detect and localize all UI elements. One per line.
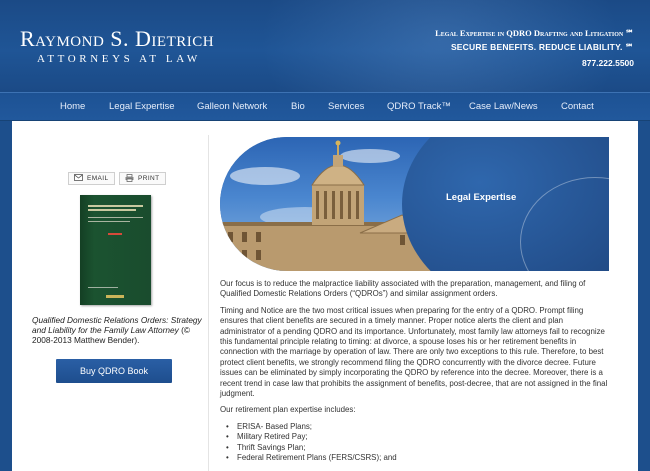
list-intro: Our retirement plan expertise includes:	[220, 405, 356, 415]
expertise-list: ERISA- Based Plans; Military Retired Pay…	[226, 422, 610, 464]
banner-title: Legal Expertise	[446, 192, 517, 203]
nav-case-law-news[interactable]: Case Law/News	[469, 101, 538, 112]
content-area: EMAIL PRINT Qualified Domestic Relations…	[12, 121, 638, 471]
nav-legal-expertise[interactable]: Legal Expertise	[109, 101, 174, 112]
list-item: ERISA- Based Plans;	[226, 422, 610, 433]
nav-contact[interactable]: Contact	[561, 101, 594, 112]
column-divider	[208, 135, 209, 471]
envelope-icon	[74, 174, 83, 183]
tagline-primary: Legal Expertise in QDRO Drafting and Lit…	[435, 28, 634, 38]
tagline-secondary: SECURE BENEFITS. REDUCE LIABILITY. ℠	[450, 42, 634, 52]
nav-qdro-track[interactable]: QDRO Track™	[387, 101, 451, 112]
print-button[interactable]: PRINT	[119, 172, 166, 185]
book-title: Qualified Domestic Relations Orders: Str…	[32, 315, 202, 335]
intro-paragraph: Our focus is to reduce the malpractice l…	[220, 279, 586, 299]
email-button[interactable]: EMAIL	[68, 172, 115, 185]
list-item: Military Retired Pay;	[226, 432, 610, 443]
nav-bio[interactable]: Bio	[291, 101, 305, 112]
phone-number[interactable]: 877.222.5500	[582, 58, 634, 68]
nav-home[interactable]: Home	[60, 101, 85, 112]
hero-banner: Legal Expertise	[220, 137, 609, 271]
main-nav: Home Legal Expertise Galleon Network Bio…	[0, 92, 650, 121]
list-item: Federal Retirement Plans (FERS/CSRS); an…	[226, 453, 610, 464]
buy-qdro-book-button[interactable]: Buy QDRO Book	[56, 359, 172, 383]
nav-services[interactable]: Services	[328, 101, 364, 112]
book-caption: Qualified Domestic Relations Orders: Str…	[32, 315, 207, 345]
firm-name[interactable]: Raymond S. Dietrich	[20, 26, 214, 52]
list-item: Thrift Savings Plan;	[226, 443, 610, 454]
firm-subtitle: ATTORNEYS AT LAW	[37, 53, 201, 65]
nav-galleon-network[interactable]: Galleon Network	[197, 101, 267, 112]
qdro-book-cover[interactable]	[80, 195, 151, 305]
main-article: Our focus is to reduce the malpractice l…	[220, 279, 610, 464]
printer-icon	[125, 173, 134, 184]
site-header: Raymond S. Dietrich ATTORNEYS AT LAW Leg…	[0, 0, 650, 92]
email-label: EMAIL	[87, 175, 109, 182]
sidebar: EMAIL PRINT Qualified Domestic Relations…	[12, 121, 202, 471]
print-label: PRINT	[138, 175, 160, 182]
timing-paragraph: Timing and Notice are the two most criti…	[220, 305, 608, 399]
